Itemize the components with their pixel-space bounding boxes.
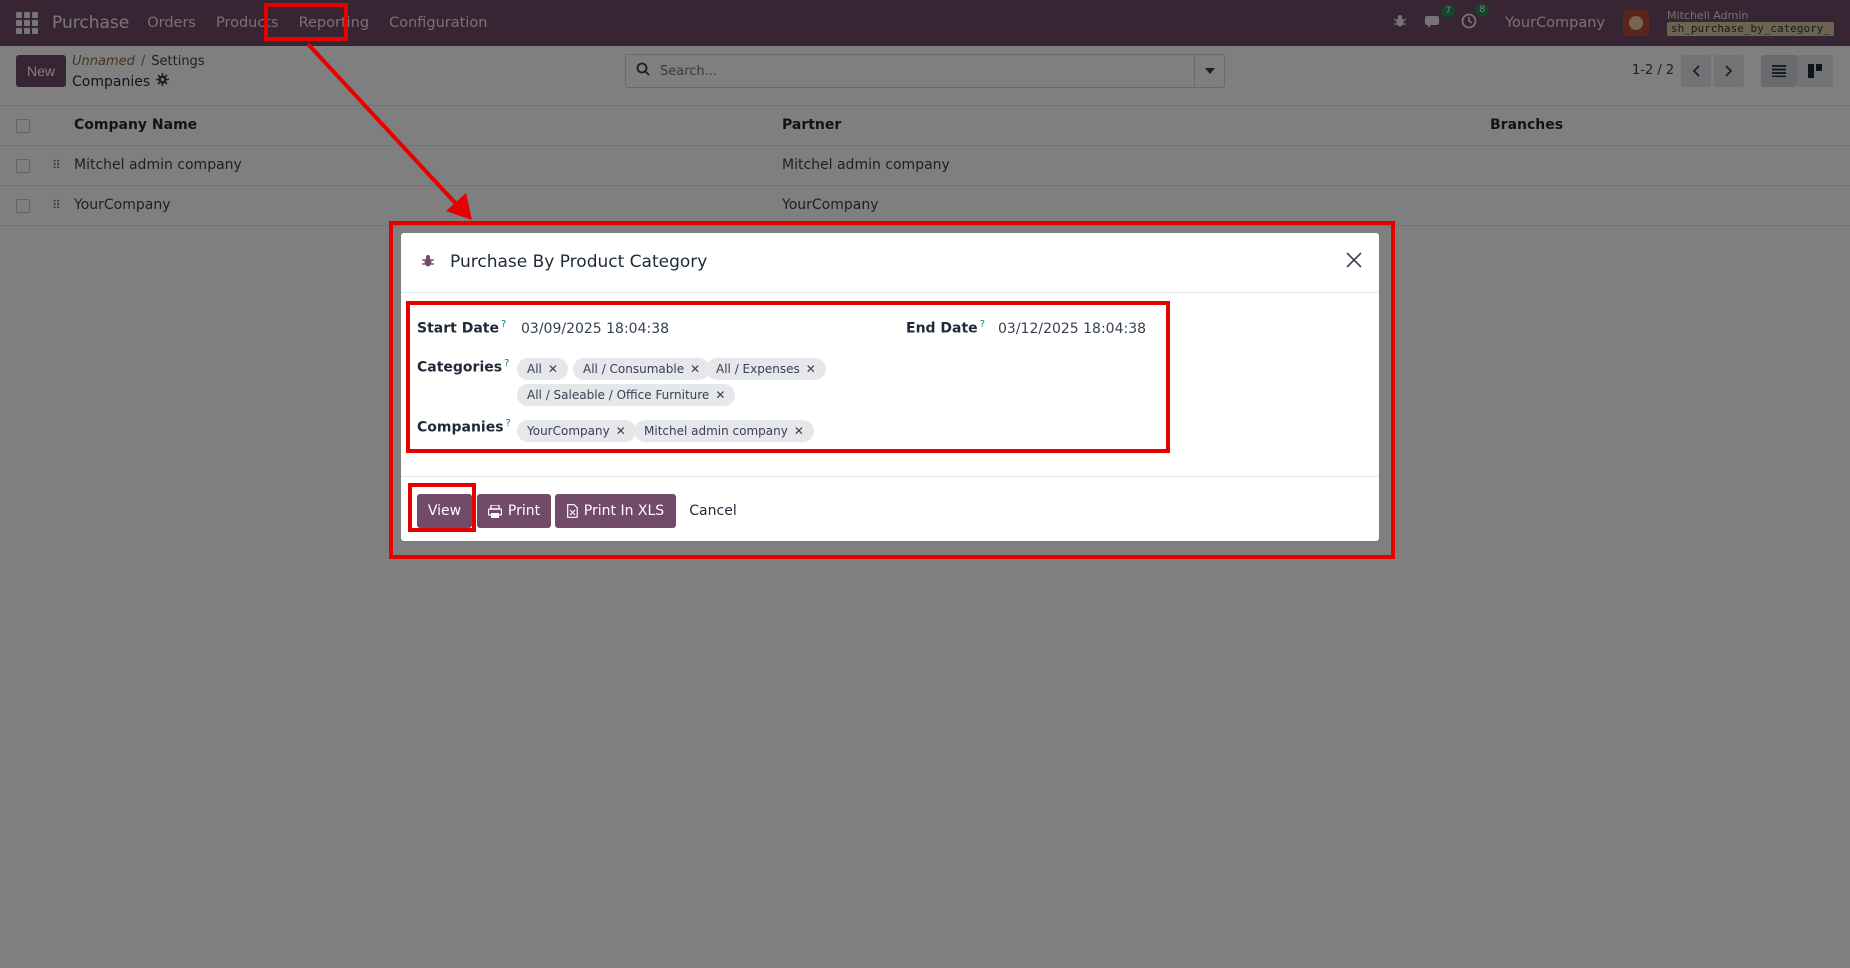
annotation-reporting-highlight [264, 3, 348, 41]
annotation-view-button-highlight [408, 483, 476, 532]
annotation-fields-highlight [406, 301, 1170, 453]
